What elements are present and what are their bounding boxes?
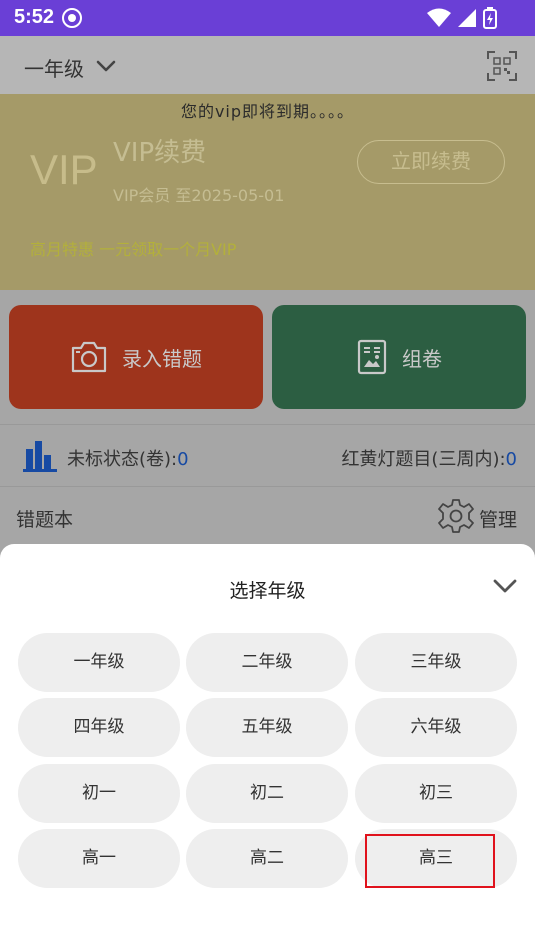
- grade-option-9[interactable]: 初三: [355, 764, 517, 823]
- chevron-down-icon[interactable]: [493, 578, 517, 594]
- camera-icon: [71, 341, 107, 373]
- record-button-label: 录入错题: [122, 346, 202, 371]
- sheet-title: 选择年级: [229, 580, 306, 602]
- grade-option-4[interactable]: 四年级: [18, 698, 180, 757]
- battery-icon: [483, 7, 497, 29]
- unmarked-count: 0: [177, 449, 189, 470]
- vip-badge: VIP: [30, 146, 98, 193]
- chevron-down-icon[interactable]: [96, 58, 116, 74]
- status-bar: 5:52: [0, 0, 535, 36]
- shield-icon: [62, 8, 82, 28]
- record-wrong-question-button[interactable]: 录入错题: [9, 305, 263, 409]
- scan-qr-icon[interactable]: [486, 50, 518, 82]
- gear-icon[interactable]: [438, 498, 474, 534]
- wifi-icon: [427, 8, 451, 27]
- grade-selector-label[interactable]: 一年级: [24, 53, 84, 82]
- traffic-light-stat[interactable]: 红黄灯题目(三周内):0: [341, 445, 517, 471]
- signal-icon: [458, 9, 476, 27]
- grade-option-2[interactable]: 二年级: [186, 633, 348, 692]
- grade-option-6[interactable]: 六年级: [355, 698, 517, 757]
- unmarked-status-stat[interactable]: 未标状态(卷):0: [67, 445, 189, 471]
- status-time: 5:52: [14, 6, 55, 28]
- vip-expiry-notice: 您的vip即将到期。。。。: [180, 102, 355, 121]
- traffic-label: 红黄灯题目(三周内):: [341, 449, 506, 470]
- wrong-book-row: 错题本 管理: [0, 486, 535, 544]
- grade-option-8[interactable]: 初二: [186, 764, 348, 823]
- stats-row: 未标状态(卷):0 红黄灯题目(三周内):0: [0, 424, 535, 486]
- compose-paper-button[interactable]: 组卷: [272, 305, 526, 409]
- top-bar: 一年级: [0, 36, 535, 94]
- grade-option-5[interactable]: 五年级: [186, 698, 348, 757]
- bar-chart-icon: [23, 441, 57, 472]
- wrong-book-title: 错题本: [16, 509, 74, 531]
- unmarked-label: 未标状态(卷):: [67, 449, 178, 470]
- manage-button[interactable]: 管理: [479, 505, 517, 532]
- document-icon: [357, 339, 387, 375]
- grade-option-10[interactable]: 高一: [18, 829, 180, 888]
- grade-option-11[interactable]: 高二: [186, 829, 348, 888]
- vip-expire-date: VIP会员 至2025-05-01: [113, 186, 285, 205]
- grade-option-1[interactable]: 一年级: [18, 633, 180, 692]
- vip-card: 您的vip即将到期。。。。 VIP VIP续费 VIP会员 至2025-05-0…: [0, 94, 535, 290]
- grade-option-7[interactable]: 初一: [18, 764, 180, 823]
- action-buttons: 录入错题 组卷: [0, 290, 535, 424]
- grade-option-3[interactable]: 三年级: [355, 633, 517, 692]
- grade-option-12[interactable]: 高三: [355, 829, 517, 888]
- traffic-count: 0: [505, 449, 517, 470]
- vip-renew-title: VIP续费: [113, 138, 207, 168]
- renew-now-button[interactable]: 立即续费: [357, 140, 505, 184]
- vip-promo-text[interactable]: 高月特惠 一元领取一个月VIP: [30, 236, 236, 260]
- system-icons: [427, 7, 497, 29]
- compose-button-label: 组卷: [402, 346, 442, 371]
